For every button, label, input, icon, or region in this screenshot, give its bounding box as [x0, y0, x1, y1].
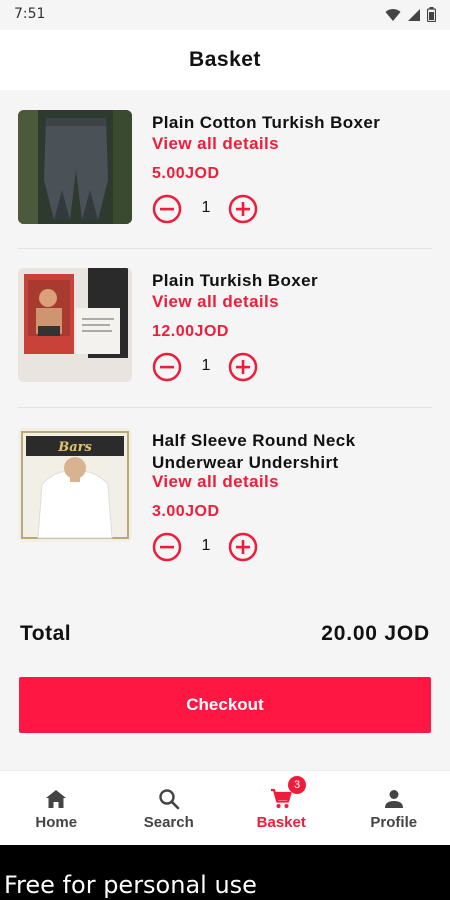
- product-image-label: Bars: [57, 440, 92, 455]
- app-bar: Basket: [0, 30, 450, 90]
- watermark-text: Free for personal use: [4, 871, 257, 899]
- quantity-value: 1: [201, 537, 211, 554]
- basket-item: Plain Turkish Boxer View all details 12.…: [18, 268, 432, 388]
- view-details-link[interactable]: View all details: [152, 472, 279, 492]
- page-title: Basket: [189, 48, 261, 71]
- total-value: 20.00 JOD: [321, 622, 430, 645]
- nav-item-basket[interactable]: 3 Basket: [225, 771, 338, 846]
- item-price: 3.00JOD: [152, 503, 220, 520]
- product-image[interactable]: [18, 110, 132, 224]
- nav-label: Profile: [370, 814, 418, 831]
- divider: [18, 248, 432, 249]
- basket-item: Plain Cotton Turkish Boxer View all deta…: [18, 110, 432, 230]
- quantity-stepper: 1: [152, 194, 272, 224]
- status-icons: [385, 7, 436, 22]
- minus-circle-icon[interactable]: [152, 194, 182, 224]
- view-details-link[interactable]: View all details: [152, 292, 279, 312]
- item-title: Plain Cotton Turkish Boxer: [152, 113, 381, 132]
- item-price: 12.00JOD: [152, 323, 229, 340]
- status-bar: 7:51: [0, 0, 450, 30]
- item-title: Half Sleeve Round Neck Underwear Undersh…: [152, 431, 356, 472]
- quantity-value: 1: [201, 357, 211, 374]
- plus-circle-icon[interactable]: [228, 352, 258, 382]
- nav-label: Basket: [256, 814, 306, 831]
- wifi-icon: [385, 8, 401, 21]
- plus-circle-icon[interactable]: [228, 194, 258, 224]
- basket-item: Bars Half Sleeve Round Neck Underwear Un…: [18, 428, 432, 562]
- total-label: Total: [20, 622, 72, 645]
- nav-label: Home: [35, 814, 78, 831]
- nav-label: Search: [143, 814, 194, 831]
- minus-circle-icon[interactable]: [152, 352, 182, 382]
- status-time: 7:51: [14, 6, 46, 22]
- quantity-stepper: 1: [152, 352, 272, 382]
- product-image[interactable]: Bars: [18, 428, 132, 542]
- item-title: Plain Turkish Boxer: [152, 271, 318, 290]
- minus-circle-icon[interactable]: [152, 532, 182, 562]
- checkout-button[interactable]: Checkout: [19, 677, 431, 733]
- watermark-bar: Free for personal use: [0, 845, 450, 900]
- nav-item-home[interactable]: Home: [0, 771, 113, 846]
- signal-icon: [408, 8, 420, 21]
- search-icon: [159, 789, 180, 810]
- home-icon: [46, 790, 67, 808]
- item-price: 5.00JOD: [152, 165, 220, 182]
- profile-icon: [384, 790, 403, 808]
- divider: [18, 407, 432, 408]
- quantity-stepper: 1: [152, 532, 272, 562]
- cart-count-badge: 3: [288, 776, 306, 794]
- nav-item-search[interactable]: Search: [113, 771, 226, 846]
- quantity-value: 1: [201, 199, 211, 216]
- view-details-link[interactable]: View all details: [152, 134, 279, 154]
- bottom-nav: Home Search 3 Basket Profile: [0, 770, 450, 846]
- plus-circle-icon[interactable]: [228, 532, 258, 562]
- battery-icon: [427, 7, 436, 22]
- product-image[interactable]: [18, 268, 132, 382]
- nav-item-profile[interactable]: Profile: [338, 771, 450, 846]
